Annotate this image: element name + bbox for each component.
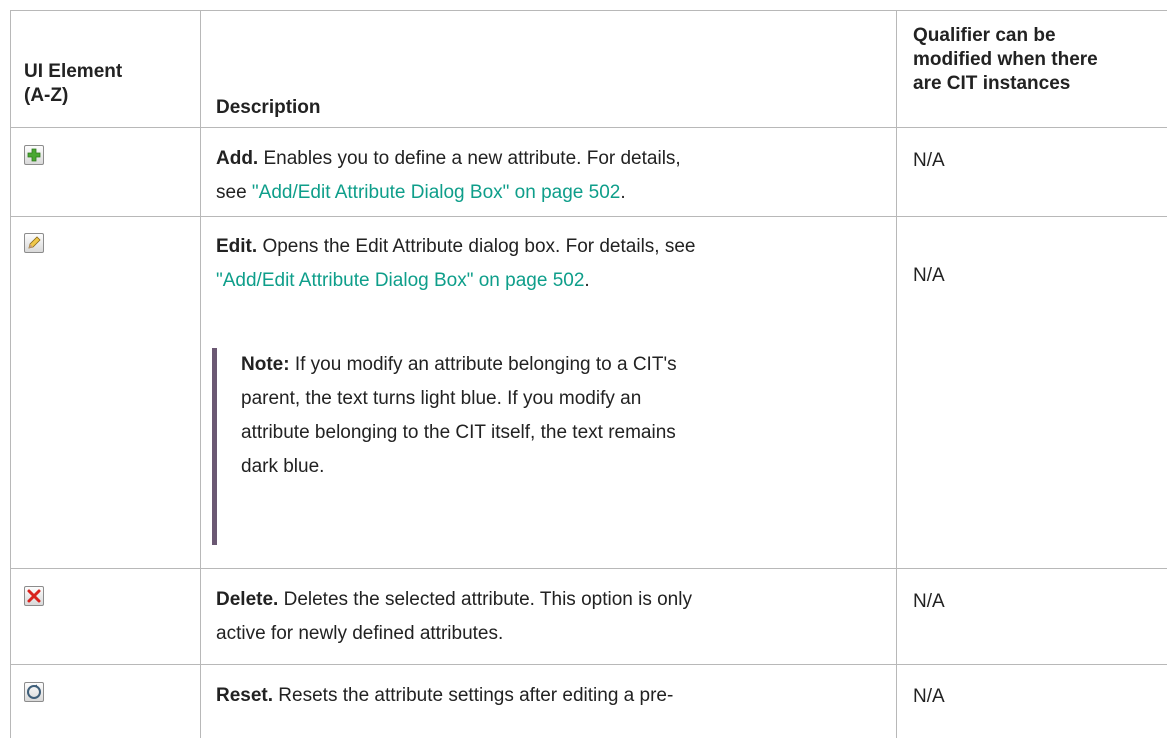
add-plus-icon [24,145,44,165]
column-header-ui-element: UI Element (A-Z) [24,60,122,108]
column-divider-2 [896,10,897,738]
row-add-period: . [620,182,626,203]
column-header-ui-element-line2: (A-Z) [24,85,69,106]
row-edit-description: Edit. Opens the Edit Attribute dialog bo… [216,230,886,298]
row-edit-link[interactable]: "Add/Edit Attribute Dialog Box" on page … [216,270,584,291]
row-delete-text-2: active for newly defined attributes. [216,623,504,644]
edit-pencil-icon [24,233,44,253]
note-line-4: dark blue. [241,456,325,477]
reset-circle-arrow-icon [24,682,44,702]
column-header-qualifier: Qualifier can be modified when there are… [913,24,1098,96]
row-reset-text: Resets the attribute settings after edit… [273,685,674,706]
header-divider [10,127,1167,128]
row-delete-text: Deletes the selected attribute. This opt… [278,589,692,610]
row-reset-description: Reset. Resets the attribute settings aft… [216,679,886,713]
note-line-2: parent, the text turns light blue. If yo… [241,388,642,409]
row-delete-title: Delete. [216,589,279,610]
row-edit-qualifier: N/A [913,265,945,286]
row-add-link[interactable]: "Add/Edit Attribute Dialog Box" on page … [252,182,620,203]
column-header-qualifier-line2: modified when there [913,49,1098,70]
row-add-title: Add. [216,148,259,169]
row-edit-period: . [584,270,590,291]
row-edit-text: Opens the Edit Attribute dialog box. For… [257,236,696,257]
row-add-qualifier: N/A [913,150,945,171]
row-delete-qualifier: N/A [913,591,945,612]
row-edit-note: Note: If you modify an attribute belongi… [212,348,877,545]
note-line-1: If you modify an attribute belonging to … [289,354,677,375]
row-add-text: Enables you to define a new attribute. F… [258,148,681,169]
table-border-left [10,10,11,738]
column-header-qualifier-line3: are CIT instances [913,73,1071,94]
row-divider-3 [10,664,1167,665]
row-add-description: Add. Enables you to define a new attribu… [216,142,886,210]
table-border-top [10,10,1167,11]
row-divider-2 [10,568,1167,569]
row-edit-title: Edit. [216,236,258,257]
column-header-ui-element-line1: UI Element [24,61,123,82]
note-line-3: attribute belonging to the CIT itself, t… [241,422,676,443]
note-text: Note: If you modify an attribute belongi… [241,348,871,484]
row-divider-1 [10,216,1167,217]
column-header-description: Description [216,97,321,118]
column-header-qualifier-line1: Qualifier can be [913,25,1056,46]
attribute-ui-table: UI Element (A-Z) Description Qualifier c… [0,0,1167,738]
note-label: Note: [241,354,290,375]
delete-x-icon [24,586,44,606]
row-reset-qualifier: N/A [913,686,945,707]
row-delete-description: Delete. Deletes the selected attribute. … [216,583,886,651]
column-divider-1 [200,10,201,738]
row-add-text-see: see [216,182,252,203]
row-reset-title: Reset. [216,685,274,706]
